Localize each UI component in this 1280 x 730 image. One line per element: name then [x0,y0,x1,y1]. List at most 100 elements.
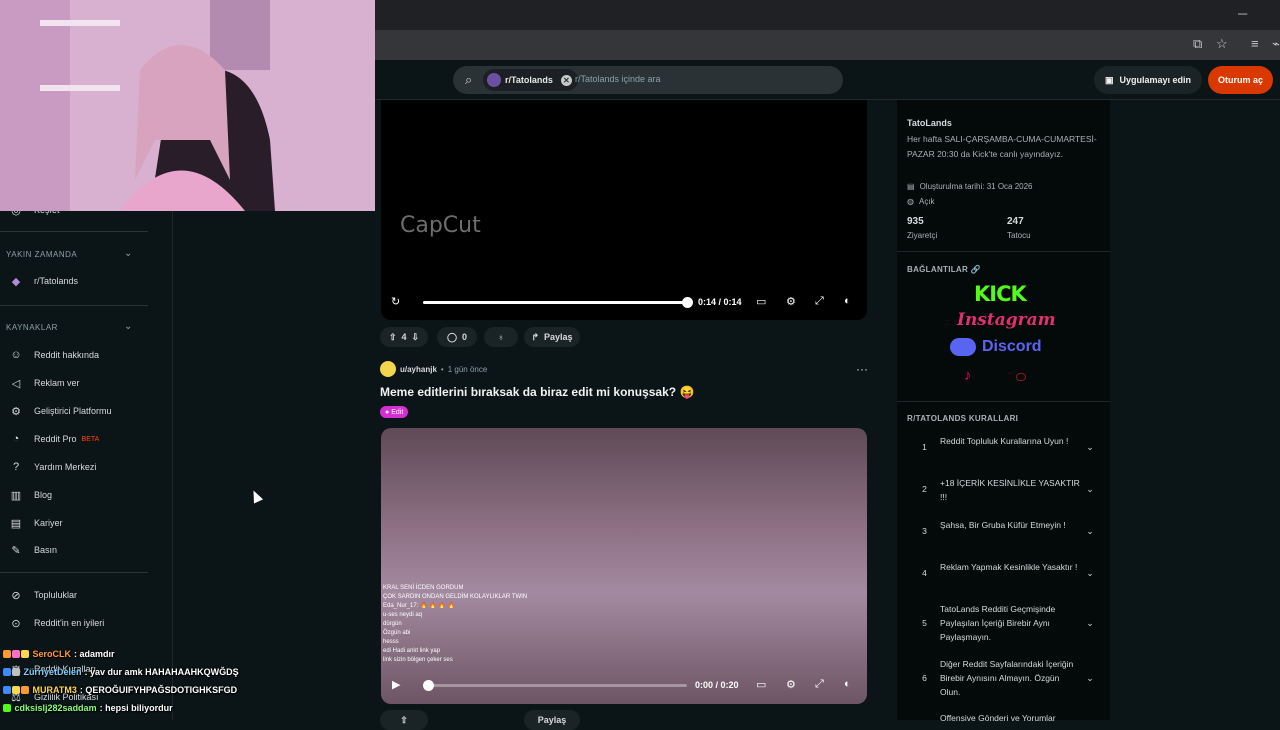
search-bar[interactable]: ⌕ r/Tatolands ✕ r/Tatolands içinde ara [453,66,843,94]
rule-number: 2 [922,484,927,494]
volume-icon[interactable]: ◐ [844,295,851,307]
chevron-up-icon[interactable]: ⌄ [124,321,132,332]
post-author[interactable]: u/ayhanjk [400,365,437,374]
minimize-button[interactable]: ─ [1238,6,1247,21]
post-title[interactable]: Meme editlerini bıraksak da biraz edit m… [380,385,694,399]
play-icon[interactable]: ▶ [392,678,400,691]
sidebar-item-blog[interactable]: ▥ Blog [0,484,148,506]
sidebar-divider [897,251,1110,252]
sidebar-item-communities[interactable]: ⊘ Topluluklar [0,584,148,606]
chat-message: cdksislj282saddam: hepsi biliyordur [3,703,173,713]
vote-button[interactable]: ⇧ [380,710,428,730]
rule-item[interactable]: 4 Reklam Yapmak Kesinlikle Yasaktır ! ⌄ [907,560,1102,587]
captions-icon[interactable]: ▭ [756,295,766,308]
members-count: 247 [1007,216,1024,227]
get-app-button[interactable]: ▣ Uygulamayı edin [1094,66,1202,94]
bookmark-star-icon[interactable]: ☆ [1216,36,1228,52]
upvote-icon[interactable]: ⇧ [389,332,397,343]
rule-number: 1 [922,442,927,452]
settings-icon[interactable]: ⚙ [786,678,796,691]
rule-item[interactable]: 1 Reddit Topluluk Kurallarına Uyun ! ⌄ [907,434,1102,461]
chat-text: : yav dur amk HAHAHAAHKQWĞDŞ [84,667,239,677]
capcut-watermark: CapCut [400,213,481,238]
kick-link[interactable]: KICK [974,282,1027,306]
share-button[interactable]: Paylaş [524,710,580,730]
sidebar-item-label: r/Tatolands [34,276,79,286]
sidebar-item-best-of[interactable]: ⊙ Reddit'in en iyileri [0,612,148,634]
sidebar-item-advertise[interactable]: ◁ Reklam ver [0,372,148,394]
seek-handle-post1[interactable] [682,297,693,308]
comments-button[interactable]: ◯ 0 [437,327,477,347]
chat-badge-icon [3,668,11,676]
seek-bar-post2[interactable] [423,684,687,687]
more-options-icon[interactable]: ··· [856,362,868,376]
fullscreen-icon[interactable]: ⤢ [815,678,824,691]
sidebar-item-developer[interactable]: ⚙ Geliştirici Platformu [0,400,148,422]
comment-icon: ◯ [446,331,458,342]
award-button[interactable]: ♁ [484,327,518,347]
chevron-down-icon[interactable]: ⌄ [1080,560,1100,587]
qr-code-icon: ▣ [1104,74,1114,85]
tiktok-icon[interactable]: ♪ [964,367,972,384]
captions-icon[interactable]: ▭ [756,678,766,691]
share-label: Paylaş [537,715,567,725]
rule-item[interactable]: 3 Şahsa, Bir Gruba Küfür Etmeyin ! ⌄ [907,518,1102,545]
user-avatar[interactable] [380,361,396,377]
chevron-up-icon[interactable]: ⌄ [124,248,132,259]
instagram-link[interactable]: Instagram [957,310,1056,330]
chevron-down-icon[interactable]: ⌄ [1080,518,1100,545]
rule-item[interactable]: 6 Diğer Reddit Sayfalarındaki İçeriğin Bi… [907,657,1102,699]
sidebar-item-press[interactable]: ✎ Basın [0,539,148,561]
extensions-icon[interactable]: ⌁ [1272,36,1280,52]
resources-section-header[interactable]: KAYNAKLAR [6,323,58,332]
sidebar-item-about[interactable]: ☺ Reddit hakkında [0,344,148,366]
chevron-down-icon[interactable]: ⌄ [1080,476,1100,504]
vote-count: 4 [401,332,407,342]
sidebar-item-label: Blog [34,490,53,500]
replay-icon[interactable]: ↻ [391,295,400,308]
sidebar-item-help[interactable]: ? Yardım Merkezi [0,456,148,478]
recent-section-header[interactable]: YAKIN ZAMANDA [6,250,77,259]
post-flair[interactable]: ● Edit [380,406,409,418]
left-sidebar: ◎Keşfet YAKIN ZAMANDA ⌄ ◆r/Tatolands KAY… [0,205,173,720]
discord-label: Discord [982,338,1042,355]
chevron-down-icon[interactable]: ⌄ [1080,602,1100,644]
video-player-post1[interactable] [381,100,867,320]
install-app-icon[interactable]: ⧉ [1193,36,1202,52]
volume-icon[interactable]: ◐ [844,678,851,690]
chevron-down-icon[interactable]: ⌄ [1080,657,1100,699]
share-icon: ↱ [531,331,539,342]
chevron-down-icon[interactable]: ⌄ [1080,434,1100,461]
rule-item[interactable]: 2 +18 İÇERİK KESİNLİKLE YASAKTIR !!! ⌄ [907,476,1102,504]
community-description: Her hafta SALI-ÇARŞAMBA-CUMA-CUMARTESİ-P… [907,134,1097,159]
sidebar-divider [0,572,148,573]
youtube-icon[interactable] [1016,373,1026,381]
share-button[interactable]: ↱ Paylaş [524,327,580,347]
settings-icon[interactable]: ⚙ [786,295,796,308]
chat-message: SeroCLK: adamdır [3,649,115,659]
community-search-chip[interactable]: r/Tatolands ✕ [483,69,578,91]
upvote-icon[interactable]: ⇧ [400,715,408,726]
share-label: Paylaş [544,332,573,342]
vote-button[interactable]: ⇧ 4 ⇩ [380,327,428,347]
reading-list-icon[interactable]: ≡ [1251,36,1259,51]
sidebar-item-tatolands[interactable]: ◆ r/Tatolands [0,270,148,292]
clear-chip-icon[interactable]: ✕ [560,74,572,86]
stream-chat-line: KRAL SENİ İCDEN GORDUM [383,585,464,591]
chat-badge-icon [12,686,20,694]
discord-link[interactable]: Discord [950,338,1042,356]
globe-icon: ◍ [907,197,914,206]
video-player-post2[interactable]: KRAL SENİ İCDEN GORDUM ÇOK SARDIN ONDAN … [381,428,867,704]
sidebar-item-careers[interactable]: ▤ Kariyer [0,512,148,534]
downvote-icon[interactable]: ⇩ [412,332,420,343]
post-meta: u/ayhanjk • 1 gün önce [380,361,487,377]
seek-bar-post1[interactable] [423,301,687,304]
fullscreen-icon[interactable]: ⤢ [815,295,824,308]
rule-item[interactable]: 5 TatoLands Redditi Geçmişinde Paylaşılan… [907,602,1102,644]
login-button[interactable]: Oturum aç [1208,66,1273,94]
cake-icon: ▤ [907,182,915,191]
visitors-label: Ziyaretçi [907,231,938,240]
sidebar-item-reddit-pro[interactable]: ◔ Reddit Pro BETA [0,428,148,450]
rules-header: R/TATOLANDS KURALLARI [907,414,1019,423]
rule-item[interactable]: Offensive Gönderi ve Yorumlar [907,711,1102,725]
